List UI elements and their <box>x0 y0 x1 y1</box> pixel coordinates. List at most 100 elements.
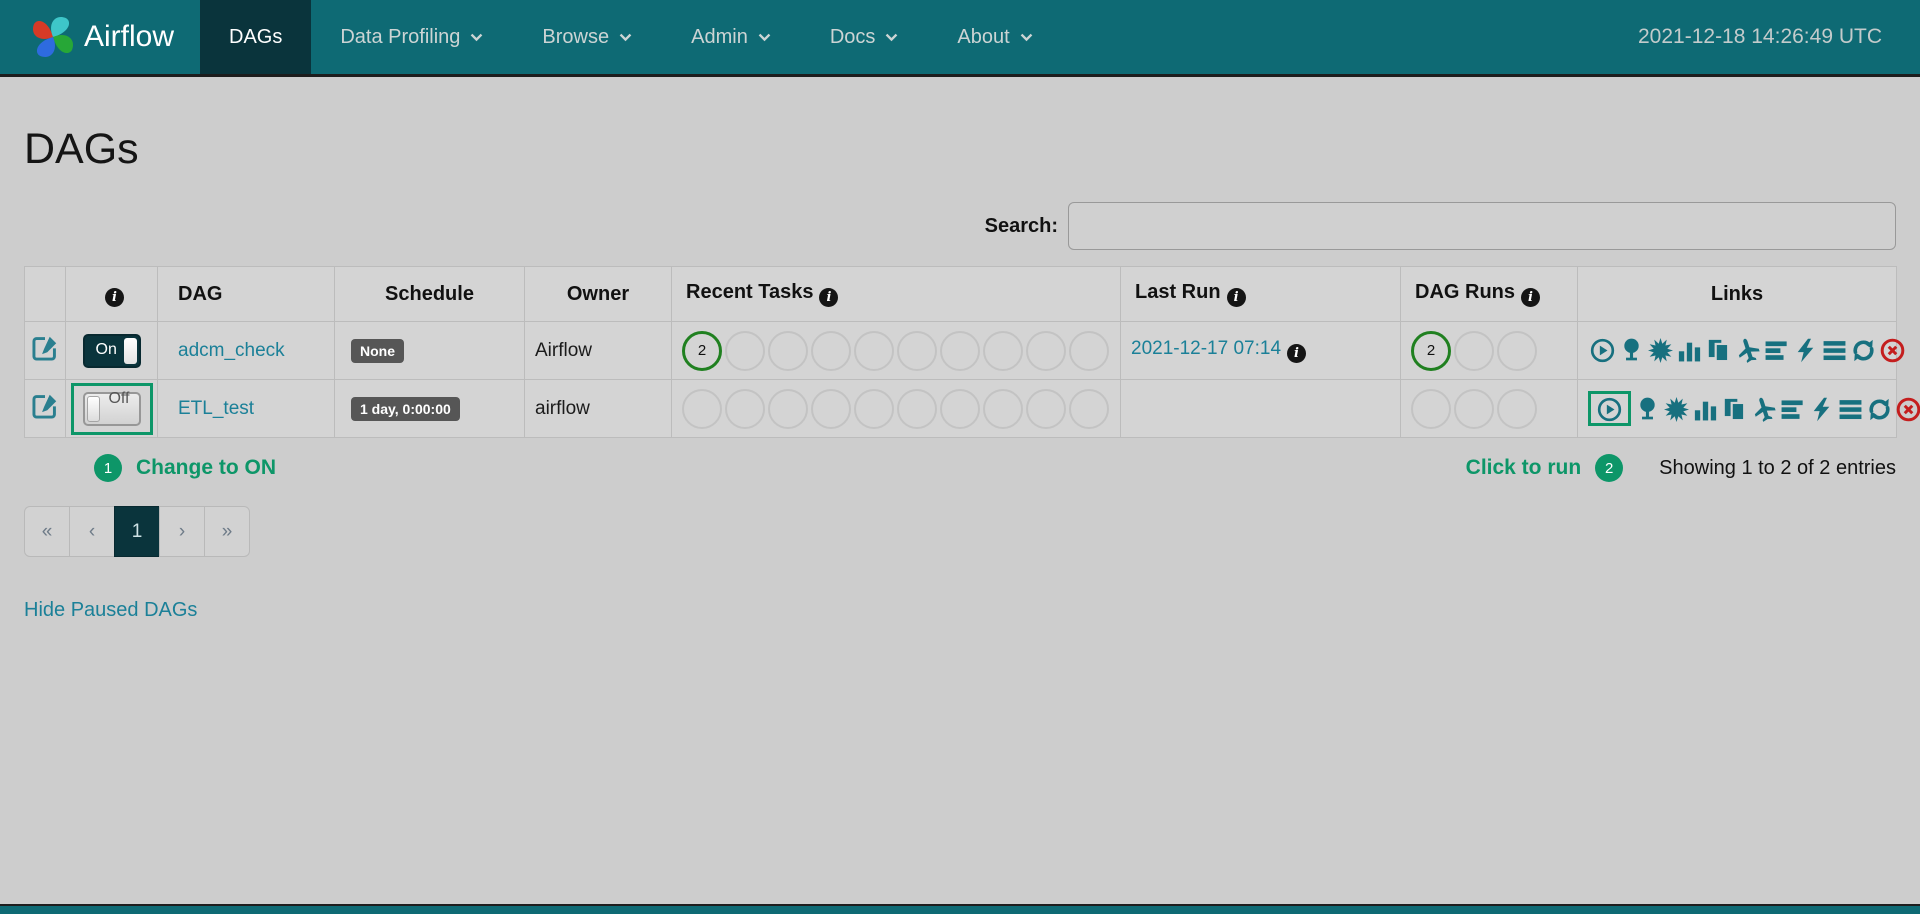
page-1-button[interactable]: 1 <box>114 506 160 557</box>
schedule-badge: 1 day, 0:00:00 <box>351 397 460 421</box>
owner-cell: airflow <box>525 380 672 438</box>
info-icon: i <box>1227 288 1246 307</box>
trigger-dag-icon[interactable] <box>1590 338 1615 363</box>
refresh-icon[interactable] <box>1851 338 1876 363</box>
nav-admin[interactable]: Admin <box>662 0 801 74</box>
graph-view-icon[interactable] <box>1664 397 1689 422</box>
nav-browse[interactable]: Browse <box>513 0 662 74</box>
prev-page-button[interactable]: ‹ <box>69 506 115 557</box>
dag-runs-cell: 2 <box>1401 322 1578 380</box>
nav-about[interactable]: About <box>928 0 1062 74</box>
col-header-schedule[interactable]: Schedule <box>335 267 525 322</box>
delete-dag-icon[interactable] <box>1880 338 1905 363</box>
owner-cell: Airflow <box>525 322 672 380</box>
task-state-circle <box>897 331 937 371</box>
refresh-icon[interactable] <box>1867 397 1892 422</box>
edit-dag-icon[interactable] <box>32 393 58 419</box>
task-state-circle <box>682 389 722 429</box>
col-header-dag-runs: DAG Runsi <box>1401 267 1578 322</box>
task-duration-icon[interactable] <box>1693 397 1718 422</box>
task-duration-icon[interactable] <box>1677 338 1702 363</box>
info-icon: i <box>1521 288 1540 307</box>
edit-dag-icon[interactable] <box>32 335 58 361</box>
gantt-icon[interactable] <box>1764 338 1789 363</box>
task-state-circle <box>768 389 808 429</box>
task-tries-icon[interactable] <box>1722 397 1747 422</box>
task-state-circle <box>1026 389 1066 429</box>
last-page-button[interactable]: » <box>204 506 250 557</box>
top-navbar: Airflow DAGsData ProfilingBrowseAdminDoc… <box>0 0 1920 77</box>
dag-name-link[interactable]: ETL_test <box>178 398 254 419</box>
info-icon: i <box>105 288 124 307</box>
info-icon: i <box>1287 344 1306 363</box>
landing-times-icon[interactable] <box>1735 338 1760 363</box>
search-input[interactable] <box>1068 202 1896 250</box>
landing-times-icon[interactable] <box>1751 397 1776 422</box>
col-header-links: Links <box>1578 267 1897 322</box>
task-tries-icon[interactable] <box>1706 338 1731 363</box>
col-header-dag[interactable]: DAG <box>158 267 335 322</box>
task-state-circle <box>940 389 980 429</box>
col-header-edit <box>25 267 66 322</box>
graph-view-icon[interactable] <box>1648 338 1673 363</box>
task-state-circle <box>1454 389 1494 429</box>
gantt-icon[interactable] <box>1780 397 1805 422</box>
trigger-dag-icon[interactable] <box>1597 397 1622 422</box>
nav-data-profiling[interactable]: Data Profiling <box>311 0 513 74</box>
task-state-circle <box>983 331 1023 371</box>
tree-view-icon[interactable] <box>1619 338 1644 363</box>
code-icon[interactable] <box>1809 397 1834 422</box>
first-page-button[interactable]: « <box>24 506 70 557</box>
task-state-circle <box>897 389 937 429</box>
task-state-circle <box>811 331 851 371</box>
col-header-info[interactable]: i <box>66 267 158 322</box>
footer-bar <box>0 904 1920 914</box>
task-count-circle[interactable]: 2 <box>1411 331 1451 371</box>
nav-docs[interactable]: Docs <box>801 0 929 74</box>
dag-pause-toggle[interactable]: On <box>83 334 141 368</box>
col-header-recent-tasks: Recent Tasksi <box>672 267 1121 322</box>
annotation-step1-number: 1 <box>94 454 122 482</box>
task-state-circle <box>854 389 894 429</box>
code-icon[interactable] <box>1793 338 1818 363</box>
entries-summary: Showing 1 to 2 of 2 entries <box>1659 457 1896 480</box>
task-state-circle <box>854 331 894 371</box>
last-run-link[interactable]: 2021-12-17 07:14 <box>1131 338 1281 359</box>
task-state-circle <box>1069 331 1109 371</box>
dag-name-link[interactable]: adcm_check <box>178 340 285 361</box>
task-count-circle[interactable]: 2 <box>682 331 722 371</box>
task-state-circle <box>725 389 765 429</box>
task-state-circle <box>940 331 980 371</box>
search-label: Search: <box>985 215 1058 238</box>
col-header-owner[interactable]: Owner <box>525 267 672 322</box>
task-state-circle <box>1497 331 1537 371</box>
next-page-button[interactable]: › <box>159 506 205 557</box>
logs-icon[interactable] <box>1822 338 1847 363</box>
tree-view-icon[interactable] <box>1635 397 1660 422</box>
task-state-circle <box>1411 389 1451 429</box>
task-state-circle <box>1497 389 1537 429</box>
annotation-step1-label: Change to ON <box>136 456 276 480</box>
page-title: DAGs <box>24 127 1896 172</box>
col-header-last-run[interactable]: Last Runi <box>1121 267 1401 322</box>
schedule-badge: None <box>351 339 404 363</box>
logs-icon[interactable] <box>1838 397 1863 422</box>
annotation-step1: 1 Change to ON <box>94 454 276 482</box>
nav-dags[interactable]: DAGs <box>200 0 311 74</box>
annotation-highlight-box <box>1588 391 1631 426</box>
brand-name: Airflow <box>84 20 174 54</box>
dag-row: Onadcm_checkNoneAirflow22021-12-17 07:14… <box>25 322 1897 380</box>
dag-runs-cell <box>1401 380 1578 438</box>
delete-dag-icon[interactable] <box>1896 397 1920 422</box>
annotation-step2-label: Click to run <box>1466 456 1582 480</box>
airflow-brand[interactable]: Airflow <box>0 0 200 74</box>
utc-clock: 2021-12-18 14:26:49 UTC <box>1638 0 1920 74</box>
task-state-circle <box>1026 331 1066 371</box>
dag-pause-toggle[interactable]: Off <box>83 392 141 426</box>
task-state-circle <box>725 331 765 371</box>
dags-table: i DAGScheduleOwnerRecent TasksiLast RuniD… <box>24 266 1897 438</box>
annotation-highlight-box: Off <box>71 383 153 435</box>
hide-paused-dags-link[interactable]: Hide Paused DAGs <box>24 599 197 622</box>
pagination: «‹1›» <box>24 506 1896 557</box>
task-state-circle <box>983 389 1023 429</box>
